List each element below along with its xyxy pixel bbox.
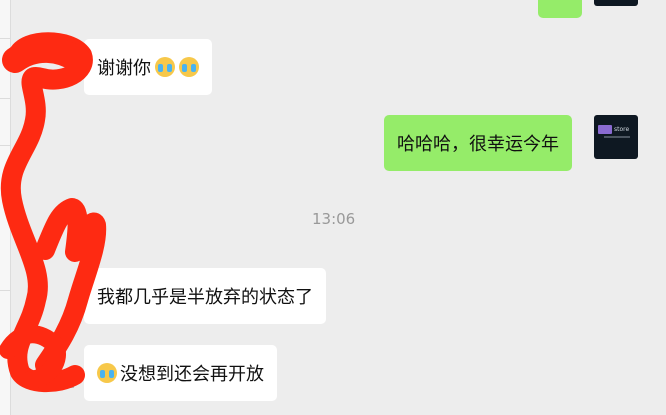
avatar[interactable] (30, 370, 74, 388)
crying-face-icon (97, 363, 117, 383)
store-logo-icon (598, 125, 612, 134)
message-timestamp: 13:06 (312, 210, 356, 228)
message-text: 没想到还会再开放 (120, 364, 264, 385)
divider (0, 290, 10, 291)
outgoing-message-bubble[interactable] (538, 0, 582, 18)
incoming-message-bubble[interactable]: 我都几乎是半放弃的状态了 (84, 268, 326, 324)
avatar-detail (604, 136, 630, 138)
incoming-message-bubble[interactable]: 谢谢你 (84, 39, 212, 95)
avatar[interactable] (594, 0, 638, 6)
divider (0, 38, 10, 39)
contact-list-edge (0, 0, 11, 415)
avatar[interactable]: store (594, 115, 638, 159)
divider (0, 98, 10, 99)
outgoing-message-bubble[interactable]: 哈哈哈，很幸运今年 (384, 115, 572, 171)
message-text: 哈哈哈，很幸运今年 (397, 134, 559, 155)
incoming-message-bubble[interactable]: 没想到还会再开放 (84, 345, 277, 401)
crying-face-icon (179, 57, 199, 77)
avatar-brand-text: store (614, 126, 630, 133)
message-text: 谢谢你 (97, 58, 151, 79)
divider (0, 145, 10, 146)
crying-face-icon (155, 57, 175, 77)
message-text: 我都几乎是半放弃的状态了 (97, 287, 313, 308)
